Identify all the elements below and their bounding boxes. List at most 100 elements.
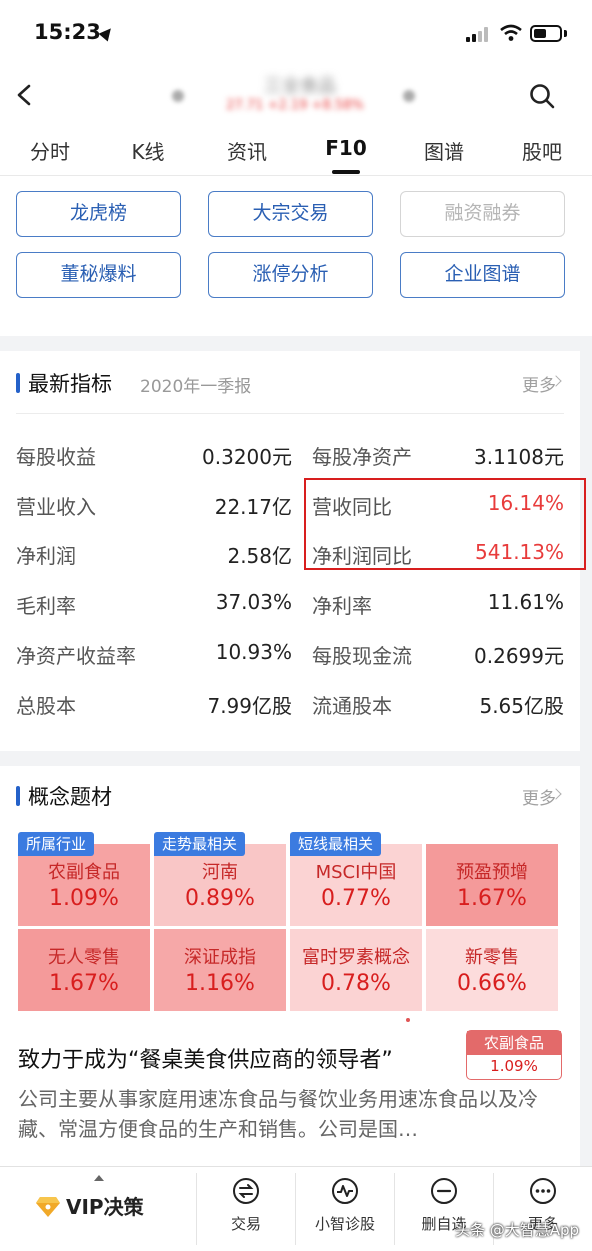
industry-badge-change: 1.09% [490, 1057, 538, 1075]
concept-change: 0.89% [185, 886, 255, 911]
nav-bar: 三全食品 27.71 +2.19 +8.58% [0, 66, 592, 126]
prev-stock-dot[interactable] [172, 90, 184, 102]
vip-decision-button[interactable]: VIP决策 [66, 1191, 144, 1220]
concept-name: 无人零售 [48, 947, 120, 968]
concept-tile[interactable]: 新零售 0.66% [426, 929, 558, 1011]
indicators-more-link[interactable]: 更多 [522, 371, 556, 396]
concept-change: 1.67% [457, 886, 527, 911]
bottom-toolbar: VIP决策 交易 小智诊股 删自选 更多 头条 @大智慧App [0, 1166, 592, 1251]
next-stock-dot[interactable] [403, 90, 415, 102]
back-chevron-icon[interactable] [14, 84, 36, 106]
indicator-value: 11.61% [487, 590, 564, 614]
concept-name: 新零售 [465, 947, 519, 968]
tab-forum[interactable]: 股吧 [497, 136, 587, 165]
secretary-tips-button[interactable]: 董秘爆料 [16, 252, 181, 298]
indicator-label: 营业收入 [16, 495, 96, 519]
indicator-label: 流通股本 [312, 694, 392, 718]
company-graph-button[interactable]: 企业图谱 [400, 252, 565, 298]
concept-tile[interactable]: 走势最相关 河南 0.89% [154, 832, 286, 926]
company-slogan: 致力于成为“餐桌美食供应商的领导者” [18, 1048, 393, 1073]
location-arrow-icon [98, 24, 116, 42]
indicator-value: 10.93% [215, 640, 292, 664]
trade-button[interactable]: 交易 [198, 1177, 294, 1234]
concept-tile[interactable]: 短线最相关 MSCI中国 0.77% [290, 832, 422, 926]
tab-kline[interactable]: K线 [103, 136, 193, 165]
indicators-header: 最新指标 2020年一季报 更多 [0, 351, 580, 414]
exchange-icon [233, 1178, 259, 1204]
concept-name: 深证成指 [184, 947, 256, 968]
concept-change: 1.67% [49, 971, 119, 996]
status-time: 15:23 [34, 20, 101, 44]
more-dots-icon [530, 1178, 556, 1204]
limit-up-analysis-button[interactable]: 涨停分析 [208, 252, 373, 298]
indicator-label: 净利率 [312, 594, 372, 618]
concept-change: 0.77% [321, 886, 391, 911]
search-icon[interactable] [528, 82, 556, 110]
concept-tile[interactable]: 无人零售 1.67% [18, 929, 150, 1011]
indicator-value: 7.99亿股 [207, 694, 292, 718]
vip-diamond-icon [36, 1197, 60, 1217]
concept-tile[interactable]: 预盈预增 1.67% [426, 844, 558, 926]
divider [196, 1173, 197, 1245]
indicator-label: 净利润 [16, 544, 76, 568]
report-period: 2020年一季报 [140, 377, 252, 397]
margin-trading-button[interactable]: 融资融券 [400, 191, 565, 237]
indicator-row: 每股收益 0.3200元 每股净资产 3.1108元 [0, 435, 580, 475]
concept-name: 富时罗素概念 [302, 947, 410, 968]
tab-news[interactable]: 资讯 [202, 136, 292, 165]
concept-tag: 所属行业 [18, 832, 95, 856]
battery-tip [564, 30, 567, 37]
stock-quote: 27.71 +2.19 +8.58% [226, 98, 364, 113]
industry-badge-name: 农副食品 [467, 1031, 561, 1055]
concept-name: MSCI中国 [315, 862, 397, 883]
wifi-icon [500, 24, 522, 41]
concept-name: 预盈预增 [456, 862, 528, 883]
indicator-label: 每股收益 [16, 445, 96, 469]
divider [295, 1173, 296, 1245]
concept-change: 1.09% [49, 886, 119, 911]
divider [16, 413, 564, 414]
tab-fenshi[interactable]: 分时 [5, 136, 95, 165]
indicator-label: 毛利率 [16, 594, 76, 618]
concept-change: 1.16% [185, 971, 255, 996]
tab-graph[interactable]: 图谱 [399, 136, 489, 165]
industry-badge[interactable]: 农副食品 1.09% [466, 1030, 562, 1080]
indicator-value: 5.65亿股 [479, 694, 564, 718]
concept-tile[interactable]: 富时罗素概念 0.78% [290, 929, 422, 1011]
indicator-label: 每股现金流 [312, 644, 412, 668]
indicator-row: 净资产收益率 10.93% 每股现金流 0.2699元 [0, 634, 580, 674]
company-description[interactable]: 公司主要从事家庭用速冻食品与餐饮业务用速冻食品以及冷藏、常温方便食品的生产和销售… [18, 1084, 558, 1144]
concept-tag: 走势最相关 [154, 832, 246, 856]
indicator-row: 毛利率 37.03% 净利率 11.61% [0, 584, 580, 624]
indicator-value: 0.2699元 [474, 644, 564, 668]
carousel-dot [406, 1018, 410, 1022]
tab-f10[interactable]: F10 [301, 136, 391, 160]
concept-tag: 短线最相关 [290, 832, 382, 856]
watermark: 头条 @大智慧App [455, 1221, 580, 1239]
indicator-row: 总股本 7.99亿股 流通股本 5.65亿股 [0, 684, 580, 724]
concept-title: 概念题材 [28, 785, 112, 809]
indicator-value: 3.1108元 [474, 445, 564, 469]
active-tab-indicator [332, 170, 360, 174]
longhubang-button[interactable]: 龙虎榜 [16, 191, 181, 237]
indicator-value: 0.3200元 [202, 445, 292, 469]
concept-change: 0.66% [457, 971, 527, 996]
ai-diagnosis-button[interactable]: 小智诊股 [297, 1177, 393, 1234]
tab-bar: 分时 K线 资讯 F10 图谱 股吧 [0, 126, 592, 176]
status-bar: 15:23 [0, 0, 592, 66]
concept-tile[interactable]: 深证成指 1.16% [154, 929, 286, 1011]
section-accent-bar [16, 373, 20, 393]
concept-tile[interactable]: 所属行业 农副食品 1.09% [18, 832, 150, 926]
concept-name: 河南 [202, 862, 238, 883]
indicator-value: 22.17亿 [214, 495, 292, 519]
section-accent-bar [16, 786, 20, 806]
divider [394, 1173, 395, 1245]
caret-up-icon[interactable] [94, 1175, 104, 1181]
concept-more-link[interactable]: 更多 [522, 784, 556, 809]
block-trade-button[interactable]: 大宗交易 [208, 191, 373, 237]
latest-indicators-card: 最新指标 2020年一季报 更多 每股收益 0.3200元 每股净资产 3.11… [0, 351, 586, 751]
quick-button-panel: 龙虎榜 大宗交易 融资融券 董秘爆料 涨停分析 企业图谱 [0, 176, 592, 336]
battery-icon [530, 25, 562, 42]
indicators-title: 最新指标 [28, 372, 112, 396]
indicator-label: 净资产收益率 [16, 644, 136, 668]
